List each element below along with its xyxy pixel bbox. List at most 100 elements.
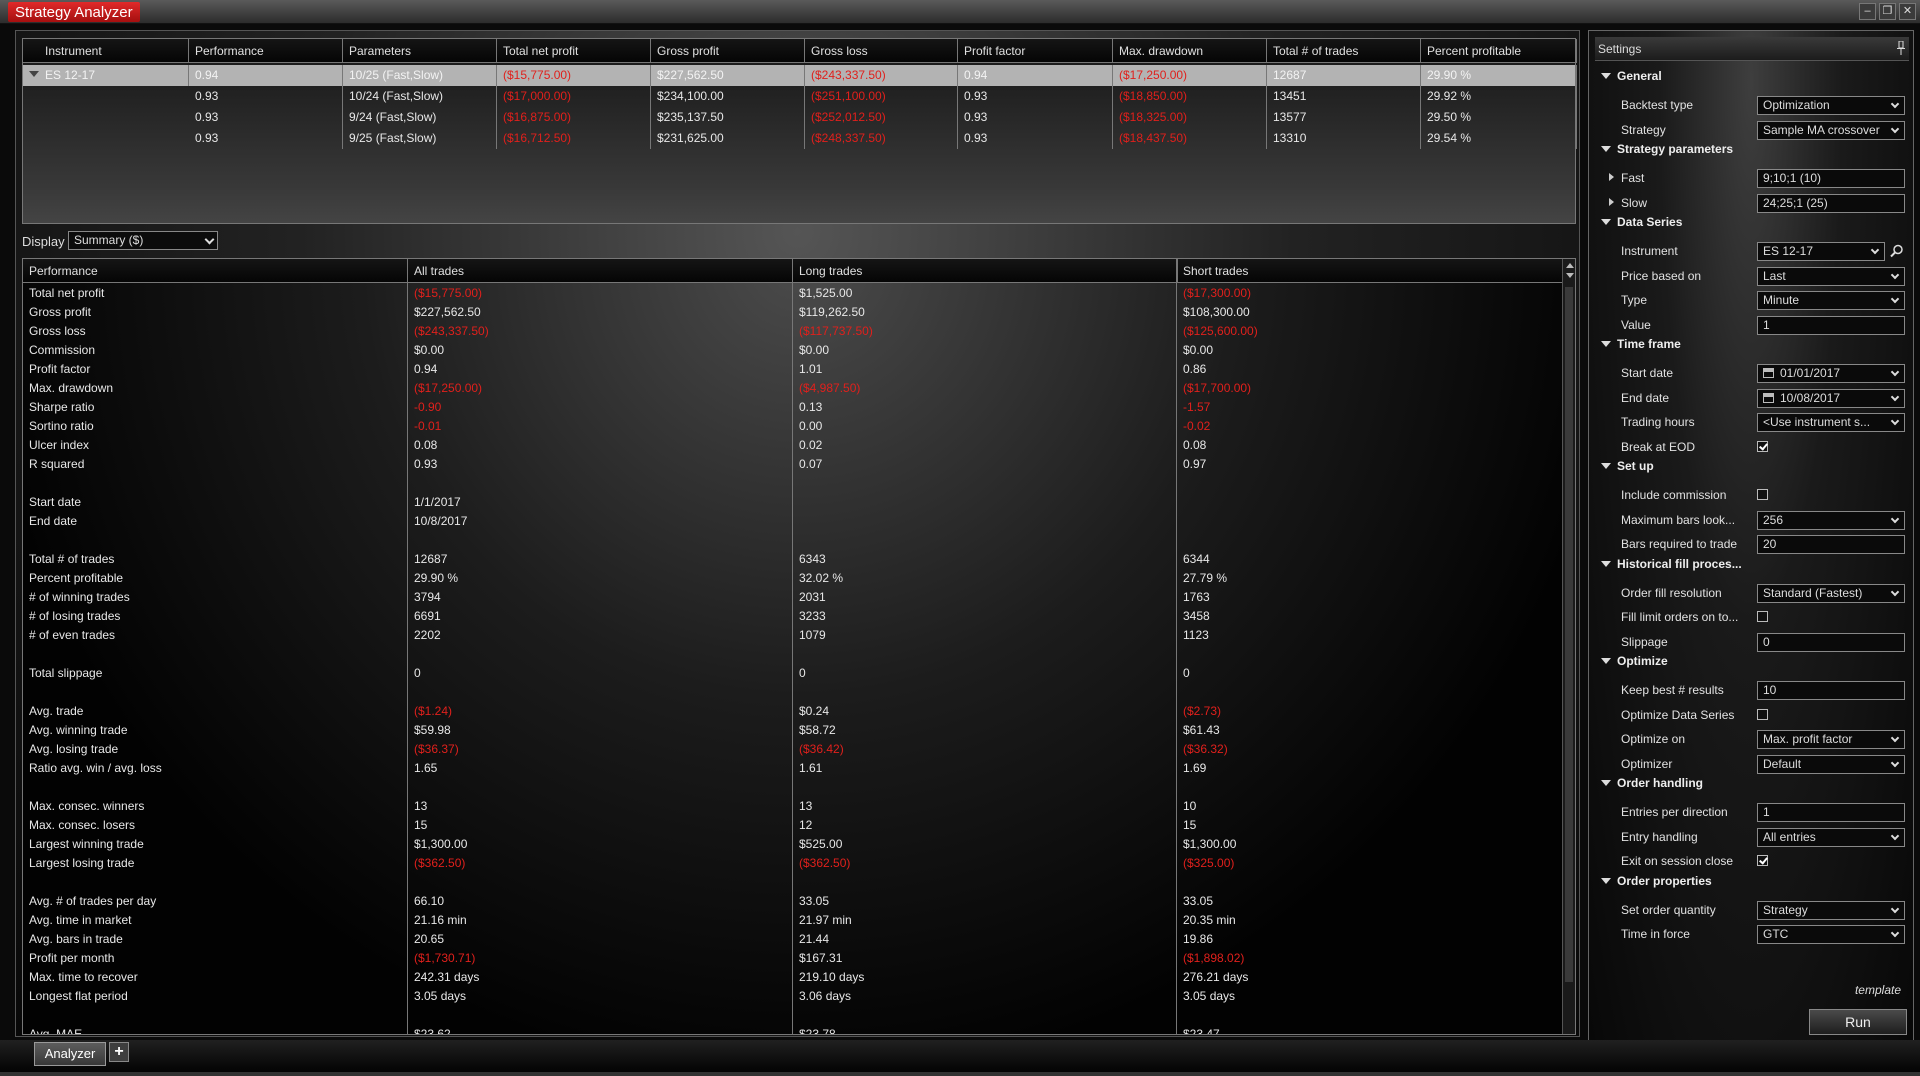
settings-dropdown[interactable]: All entries	[1757, 827, 1905, 847]
calendar-icon[interactable]	[1763, 392, 1774, 403]
display-select[interactable]: Summary ($)	[68, 231, 218, 250]
expand-triangle-icon[interactable]	[1609, 197, 1614, 206]
results-col-header[interactable]: Profit factor	[958, 39, 1113, 63]
run-button[interactable]: Run	[1809, 1009, 1907, 1035]
collapse-triangle-icon[interactable]	[1601, 877, 1611, 884]
results-col-header[interactable]: Total net profit	[497, 39, 651, 63]
performance-row: Total slippage 0 0 0	[23, 664, 1563, 683]
results-col-header[interactable]: Gross profit	[651, 39, 805, 63]
performance-scrollbar[interactable]	[1562, 259, 1575, 1034]
performance-row	[23, 531, 1563, 550]
settings-checkbox[interactable]	[1757, 440, 1768, 452]
settings-field-value: 20	[1763, 537, 1777, 551]
settings-checkbox[interactable]	[1757, 489, 1768, 500]
metric-label: Largest losing trade	[29, 856, 135, 870]
add-tab-button[interactable]: +	[109, 1042, 129, 1062]
settings-text-input[interactable]: 10	[1757, 681, 1905, 700]
performance-row: Avg. trade ($1.24) $0.24 ($2.73)	[23, 702, 1563, 721]
performance-row: Sharpe ratio -0.90 0.13 -1.57	[23, 398, 1563, 417]
restore-icon[interactable]: ❐	[1879, 3, 1896, 20]
results-col-header[interactable]: Gross loss	[805, 39, 958, 63]
close-icon[interactable]: ✕	[1899, 3, 1916, 20]
results-col-header[interactable]: Parameters	[343, 39, 497, 63]
settings-text-input[interactable]: 9;10;1 (10)	[1757, 169, 1905, 188]
settings-checkbox[interactable]	[1757, 855, 1768, 866]
metric-value: 0	[1183, 666, 1190, 680]
collapse-triangle-icon[interactable]	[1601, 780, 1611, 786]
settings-dropdown[interactable]: ES 12-17	[1757, 242, 1885, 261]
collapse-triangle-icon[interactable]	[1601, 658, 1611, 664]
settings-property-label: Backtest type	[1621, 98, 1694, 112]
collapse-triangle-icon[interactable]	[1601, 463, 1611, 469]
settings-checkbox[interactable]	[1757, 708, 1768, 720]
template-link[interactable]: template	[1855, 983, 1901, 997]
settings-dropdown[interactable]: 01/01/2017	[1757, 364, 1905, 383]
results-row[interactable]: ES 12-17 0.94 10/25 (Fast,Slow) ($15,775.00…	[23, 65, 1577, 86]
settings-dropdown[interactable]: Default	[1757, 754, 1905, 774]
metric-value: 3.05 days	[414, 989, 467, 1003]
metric-value: 33.05	[1183, 894, 1214, 908]
metric-value: 20.35 min	[1183, 913, 1236, 927]
scroll-thumb[interactable]	[1565, 287, 1573, 982]
tab-analyzer[interactable]: Analyzer	[34, 1042, 106, 1066]
results-row[interactable]: 0.93 9/25 (Fast,Slow) ($16,712.50) $231,625…	[23, 128, 1577, 149]
settings-field-value: 1	[1763, 317, 1770, 332]
settings-dropdown[interactable]: Last	[1757, 266, 1905, 286]
settings-dropdown[interactable]: Minute	[1757, 291, 1905, 310]
metric-value: ($15,775.00)	[414, 286, 483, 300]
metric-value: 29.90 %	[414, 571, 459, 585]
column-divider	[792, 259, 793, 1034]
column-divider	[407, 259, 408, 1034]
settings-text-input[interactable]: 0	[1757, 632, 1905, 652]
results-col-header[interactable]: Max. drawdown	[1113, 39, 1267, 63]
performance-col-header[interactable]: Short trades	[1177, 259, 1563, 283]
performance-col-header[interactable]: Performance	[23, 259, 408, 283]
settings-dropdown[interactable]: Optimization	[1757, 96, 1905, 115]
metric-value: $0.00	[414, 343, 445, 357]
settings-text-input[interactable]: 20	[1757, 535, 1905, 554]
performance-col-header[interactable]: All trades	[408, 259, 793, 283]
scroll-down-icon[interactable]	[1566, 273, 1574, 278]
performance-col-header[interactable]: Long trades	[793, 259, 1178, 283]
settings-dropdown[interactable]: 10/08/2017	[1757, 388, 1905, 408]
performance-row: Max. consec. losers 15 12 15	[23, 816, 1563, 835]
metric-value: 1763	[1183, 590, 1210, 604]
results-cell: 10/24 (Fast,Slow)	[343, 86, 497, 107]
performance-row: Largest losing trade ($362.50) ($362.50) ($…	[23, 854, 1563, 873]
settings-field-value: 0	[1763, 634, 1770, 649]
settings-checkbox[interactable]	[1757, 611, 1768, 622]
performance-row: Max. drawdown ($17,250.00) ($4,987.50) ($17…	[23, 379, 1563, 398]
settings-text-input[interactable]: 24;25;1 (25)	[1757, 193, 1905, 213]
results-row[interactable]: 0.93 10/24 (Fast,Slow) ($17,000.00) $234,10…	[23, 86, 1577, 107]
settings-dropdown[interactable]: Sample MA crossover	[1757, 120, 1905, 140]
results-cell: 0.93	[958, 107, 1113, 128]
metric-value: 21.44	[799, 932, 830, 946]
settings-dropdown[interactable]: Strategy	[1757, 900, 1905, 920]
settings-dropdown[interactable]: <Use instrument s...	[1757, 413, 1905, 432]
scroll-up-icon[interactable]	[1566, 263, 1574, 268]
settings-dropdown[interactable]: Max. profit factor	[1757, 730, 1905, 749]
results-col-header[interactable]: Percent profitable	[1421, 39, 1577, 63]
settings-dropdown[interactable]: Standard (Fastest)	[1757, 583, 1905, 603]
collapse-triangle-icon[interactable]	[1601, 560, 1611, 567]
results-row[interactable]: 0.93 9/24 (Fast,Slow) ($16,875.00) $235,137…	[23, 107, 1577, 128]
metric-value: 1/1/2017	[414, 495, 461, 509]
calendar-icon[interactable]	[1763, 368, 1774, 378]
results-cell: 29.54 %	[1421, 128, 1577, 149]
settings-dropdown[interactable]: 256	[1757, 510, 1905, 530]
settings-text-input[interactable]: 1	[1757, 803, 1905, 822]
expand-triangle-icon[interactable]	[1609, 173, 1614, 181]
collapse-triangle-icon[interactable]	[1601, 73, 1611, 79]
chevron-down-icon	[1890, 514, 1900, 523]
results-col-header[interactable]: Total # of trades	[1267, 39, 1421, 63]
results-col-header[interactable]: Performance	[189, 39, 343, 63]
settings-text-input[interactable]: 1	[1757, 315, 1905, 335]
search-icon[interactable]	[1890, 244, 1904, 258]
pin-icon[interactable]	[1897, 41, 1905, 55]
collapse-triangle-icon[interactable]	[1601, 341, 1611, 347]
settings-dropdown[interactable]: GTC	[1757, 925, 1905, 944]
collapse-triangle-icon[interactable]	[1601, 219, 1611, 225]
collapse-triangle-icon[interactable]	[1601, 146, 1611, 152]
results-col-header[interactable]: Instrument	[23, 39, 189, 63]
minimize-icon[interactable]: –	[1859, 3, 1876, 20]
